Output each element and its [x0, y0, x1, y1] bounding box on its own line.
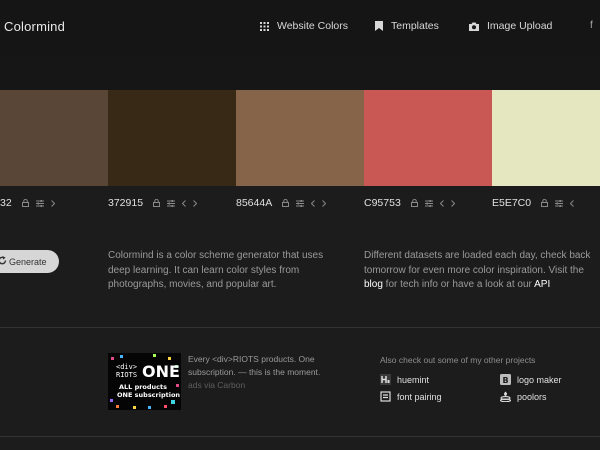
project-poolors[interactable]: poolors [500, 391, 547, 402]
chevron-left-icon[interactable] [182, 199, 186, 207]
brand-logo[interactable]: Colormind [4, 19, 65, 34]
font-pairing-icon [380, 391, 391, 402]
generate-label: Generate [9, 256, 47, 267]
project-huemint[interactable]: huemint [380, 374, 429, 385]
ad-via-carbon[interactable]: ads via Carbon [188, 379, 348, 392]
adjust-icon[interactable] [35, 199, 44, 207]
chevron-left-icon[interactable] [570, 199, 574, 207]
palette-top-band [0, 55, 600, 90]
project-logo-maker[interactable]: B logo maker [500, 374, 562, 385]
chevron-right-icon[interactable] [50, 199, 55, 207]
divider [0, 327, 600, 328]
project-font-pairing[interactable]: font pairing [380, 391, 442, 402]
huemint-icon [380, 374, 391, 385]
nav-label: Image Upload [487, 20, 553, 32]
hex-value[interactable]: E32 [0, 197, 12, 209]
chevron-left-icon[interactable] [439, 199, 444, 207]
swatch-3[interactable] [236, 90, 364, 186]
chevron-right-icon[interactable] [450, 199, 455, 207]
facebook-icon[interactable]: f [590, 20, 593, 31]
ad-image-text: <div> [116, 363, 138, 371]
nav-image-upload[interactable]: Image Upload [469, 20, 552, 32]
project-label: logo maker [517, 374, 562, 385]
swatch-label-2: 372915 [108, 197, 204, 209]
api-link[interactable]: API [534, 279, 550, 290]
datasets-text-part: for tech info or have a look at our [382, 279, 535, 290]
hex-value[interactable]: E5E7C0 [492, 197, 531, 209]
swatch-label-5: E5E7C0 [492, 197, 581, 209]
hex-value[interactable]: 85644A [236, 197, 272, 209]
bookmark-icon [375, 21, 383, 31]
swatch-label-3: 85644A [236, 197, 333, 209]
datasets-text-part: Different datasets are loaded each day, … [364, 250, 591, 276]
adjust-icon[interactable] [296, 199, 305, 207]
nav-templates[interactable]: Templates [375, 20, 439, 32]
project-label: huemint [397, 374, 430, 385]
chevron-right-icon[interactable] [193, 199, 198, 207]
project-label: font pairing [397, 391, 442, 402]
logo-maker-icon: B [500, 374, 511, 385]
svg-text:B: B [502, 376, 508, 385]
nav-website-colors[interactable]: Website Colors [260, 20, 348, 32]
chevron-right-icon[interactable] [322, 199, 327, 207]
ad-image[interactable]: <div> RIOTS ONE ALL products ONE subscri… [108, 353, 181, 410]
ad-image-text: ONE subscription [117, 391, 181, 399]
nav-label: Website Colors [277, 20, 348, 32]
blog-link[interactable]: blog [364, 279, 383, 290]
poolors-icon [500, 391, 511, 402]
grid-icon [260, 21, 269, 31]
ad-text: Every <div>RIOTS products. One subscript… [188, 353, 348, 392]
nav-label: Templates [391, 20, 439, 32]
hex-value[interactable]: 372915 [108, 197, 143, 209]
lock-icon[interactable] [541, 199, 549, 207]
swatch-1[interactable] [0, 90, 108, 186]
generate-button[interactable]: Generate [0, 250, 59, 273]
adjust-icon[interactable] [424, 199, 433, 207]
top-navbar: Colormind Website Colors Templates Image… [0, 0, 600, 55]
chevron-left-icon[interactable] [311, 199, 316, 207]
adjust-icon[interactable] [167, 199, 176, 207]
other-projects-title: Also check out some of my other projects [380, 355, 536, 365]
swatch-5[interactable] [492, 90, 600, 186]
lock-icon[interactable] [282, 199, 290, 207]
ad-description[interactable]: Every <div>RIOTS products. One subscript… [188, 353, 348, 379]
divider [0, 436, 600, 437]
lock-icon[interactable] [21, 199, 29, 207]
refresh-icon [0, 256, 7, 268]
adjust-icon[interactable] [555, 199, 564, 207]
hex-value[interactable]: C95753 [364, 197, 401, 209]
project-label: poolors [517, 391, 547, 402]
swatch-label-1: E32 [0, 197, 62, 209]
swatch-2[interactable] [108, 90, 236, 186]
datasets-text: Different datasets are loaded each day, … [364, 249, 592, 293]
lock-icon[interactable] [410, 199, 418, 207]
ad-image-text: ONE [142, 362, 180, 381]
camera-icon [469, 22, 479, 31]
swatch-label-4: C95753 [364, 197, 462, 209]
swatch-4[interactable] [364, 90, 492, 186]
lock-icon[interactable] [153, 199, 161, 207]
intro-text: Colormind is a color scheme generator th… [108, 250, 324, 290]
ad-image-text: ALL products [119, 383, 168, 391]
ad-image-text: RIOTS [116, 371, 138, 379]
